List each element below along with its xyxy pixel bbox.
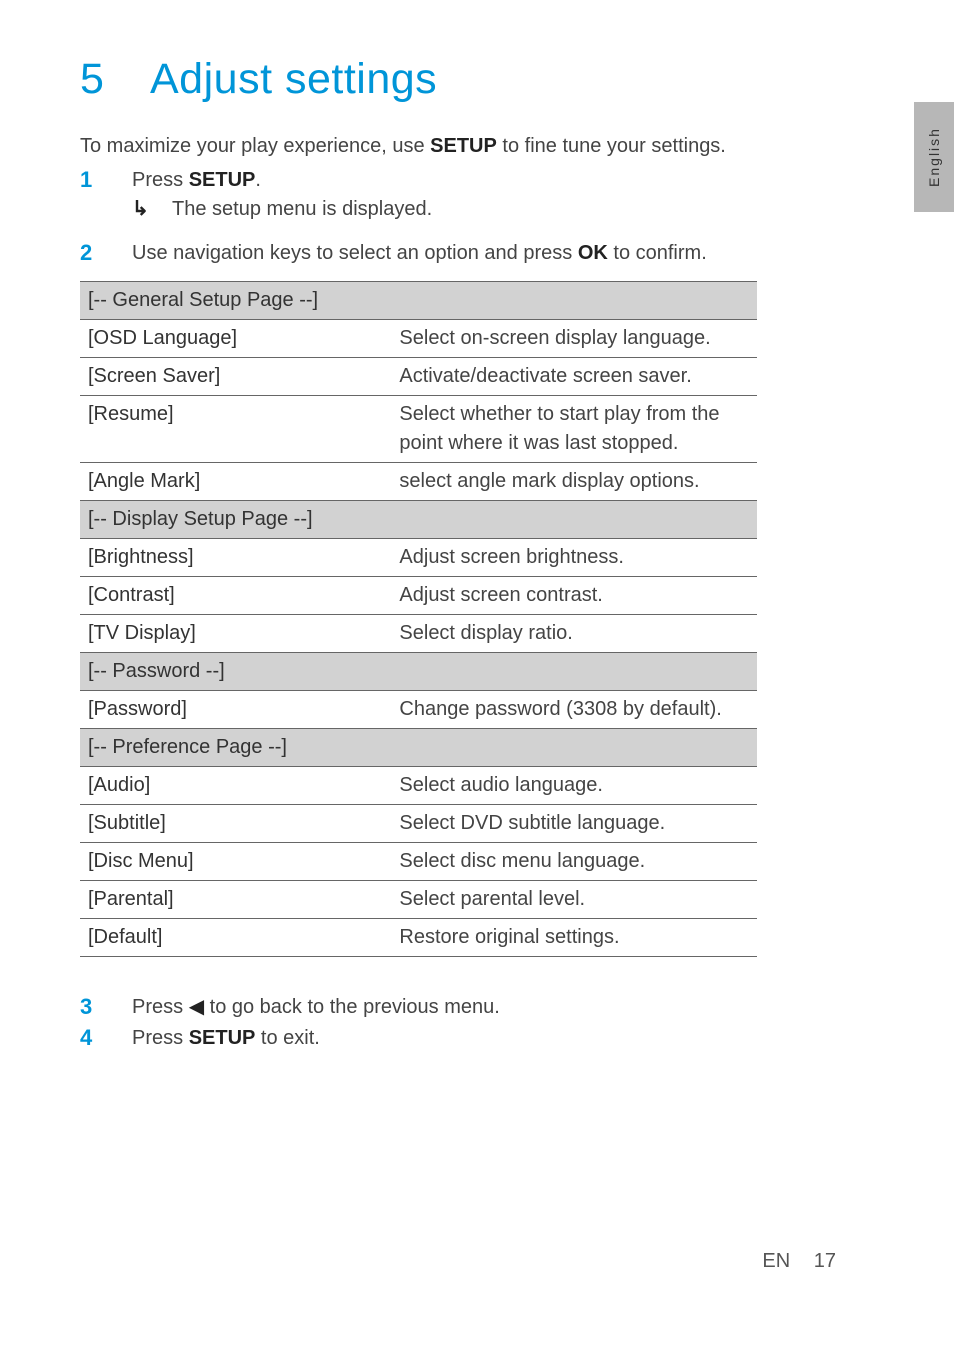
table-row: [Contrast]Adjust screen contrast. bbox=[80, 577, 757, 615]
table-row: [Brightness]Adjust screen brightness. bbox=[80, 539, 757, 577]
setting-key: [Default] bbox=[80, 919, 391, 957]
table-row: [Default]Restore original settings. bbox=[80, 919, 757, 957]
chapter-title: 5Adjust settings bbox=[80, 55, 757, 104]
steps-list-top: 1 Press SETUP. ↳ The setup menu is displ… bbox=[80, 166, 757, 267]
setting-key: [OSD Language] bbox=[80, 320, 391, 358]
setting-description: Select on-screen display language. bbox=[391, 320, 757, 358]
setting-key: [Brightness] bbox=[80, 539, 391, 577]
setting-description: Select parental level. bbox=[391, 881, 757, 919]
setting-key: [TV Display] bbox=[80, 615, 391, 653]
setting-description: Adjust screen contrast. bbox=[391, 577, 757, 615]
setting-key: [Password] bbox=[80, 691, 391, 729]
footer-page-number: 17 bbox=[814, 1250, 836, 1272]
table-section-header: [-- Display Setup Page --] bbox=[80, 501, 757, 539]
table-row: [Parental]Select parental level. bbox=[80, 881, 757, 919]
result-arrow-icon: ↳ bbox=[132, 195, 172, 223]
setting-description: Restore original settings. bbox=[391, 919, 757, 957]
setting-description: Adjust screen brightness. bbox=[391, 539, 757, 577]
table-section-header: [-- Password --] bbox=[80, 653, 757, 691]
setting-key: [Resume] bbox=[80, 396, 391, 463]
setting-description: Change password (3308 by default). bbox=[391, 691, 757, 729]
settings-table: [-- General Setup Page --][OSD Language]… bbox=[80, 281, 757, 957]
table-row: [Password]Change password (3308 by defau… bbox=[80, 691, 757, 729]
setting-key: [Subtitle] bbox=[80, 805, 391, 843]
step-2: 2 Use navigation keys to select an optio… bbox=[80, 239, 757, 268]
left-arrow-icon: ◀ bbox=[189, 996, 204, 1018]
setting-description: Select disc menu language. bbox=[391, 843, 757, 881]
setting-key: [Angle Mark] bbox=[80, 463, 391, 501]
steps-list-bottom: 3 Press ◀ to go back to the previous men… bbox=[80, 993, 757, 1052]
table-section-header: [-- General Setup Page --] bbox=[80, 282, 757, 320]
setting-key: [Screen Saver] bbox=[80, 358, 391, 396]
page-footer: EN 17 bbox=[762, 1250, 836, 1273]
table-row: [Resume]Select whether to start play fro… bbox=[80, 396, 757, 463]
setting-description: Select audio language. bbox=[391, 767, 757, 805]
table-row: [OSD Language]Select on-screen display l… bbox=[80, 320, 757, 358]
table-row: [Subtitle]Select DVD subtitle language. bbox=[80, 805, 757, 843]
page-content: 5Adjust settings To maximize your play e… bbox=[0, 0, 837, 1052]
table-row: [Disc Menu]Select disc menu language. bbox=[80, 843, 757, 881]
setting-description: Select whether to start play from the po… bbox=[391, 396, 757, 463]
chapter-number: 5 bbox=[80, 55, 150, 104]
setting-key: [Disc Menu] bbox=[80, 843, 391, 881]
setting-description: Select DVD subtitle language. bbox=[391, 805, 757, 843]
step-1: 1 Press SETUP. bbox=[80, 166, 757, 195]
language-tab: English bbox=[914, 102, 954, 212]
setting-description: Select display ratio. bbox=[391, 615, 757, 653]
footer-lang: EN bbox=[762, 1250, 790, 1272]
step-4: 4 Press SETUP to exit. bbox=[80, 1024, 757, 1053]
setting-key: [Parental] bbox=[80, 881, 391, 919]
setting-description: select angle mark display options. bbox=[391, 463, 757, 501]
table-row: [Screen Saver]Activate/deactivate screen… bbox=[80, 358, 757, 396]
step-1-result: ↳ The setup menu is displayed. bbox=[132, 195, 757, 223]
setting-key: [Contrast] bbox=[80, 577, 391, 615]
intro-text: To maximize your play experience, use SE… bbox=[80, 132, 757, 160]
step-3: 3 Press ◀ to go back to the previous men… bbox=[80, 993, 757, 1022]
table-section-header: [-- Preference Page --] bbox=[80, 729, 757, 767]
setting-description: Activate/deactivate screen saver. bbox=[391, 358, 757, 396]
setting-key: [Audio] bbox=[80, 767, 391, 805]
table-row: [Angle Mark]select angle mark display op… bbox=[80, 463, 757, 501]
chapter-title-text: Adjust settings bbox=[150, 55, 437, 103]
table-row: [Audio]Select audio language. bbox=[80, 767, 757, 805]
table-row: [TV Display]Select display ratio. bbox=[80, 615, 757, 653]
